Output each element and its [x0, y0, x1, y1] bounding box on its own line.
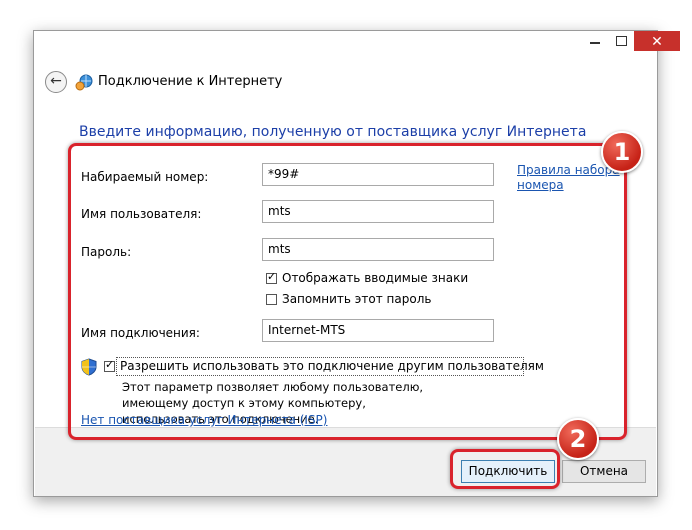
annotation-frame-1	[68, 143, 627, 440]
window-title: Подключение к Интернету	[98, 74, 283, 89]
close-button[interactable]: ✕	[634, 31, 680, 51]
annotation-badge-1: 1	[601, 131, 643, 173]
cancel-button[interactable]: Отмена	[562, 460, 646, 483]
annotation-badge-2: 2	[557, 418, 599, 460]
back-button[interactable]: ←	[45, 71, 67, 93]
minimize-button[interactable]	[582, 31, 608, 51]
back-arrow-icon: ←	[50, 73, 62, 89]
close-icon: ✕	[651, 33, 663, 49]
annotation-frame-2	[450, 449, 560, 489]
maximize-button[interactable]	[608, 31, 634, 51]
network-globe-icon	[75, 74, 93, 91]
page-heading: Введите информацию, полученную от постав…	[79, 124, 587, 140]
